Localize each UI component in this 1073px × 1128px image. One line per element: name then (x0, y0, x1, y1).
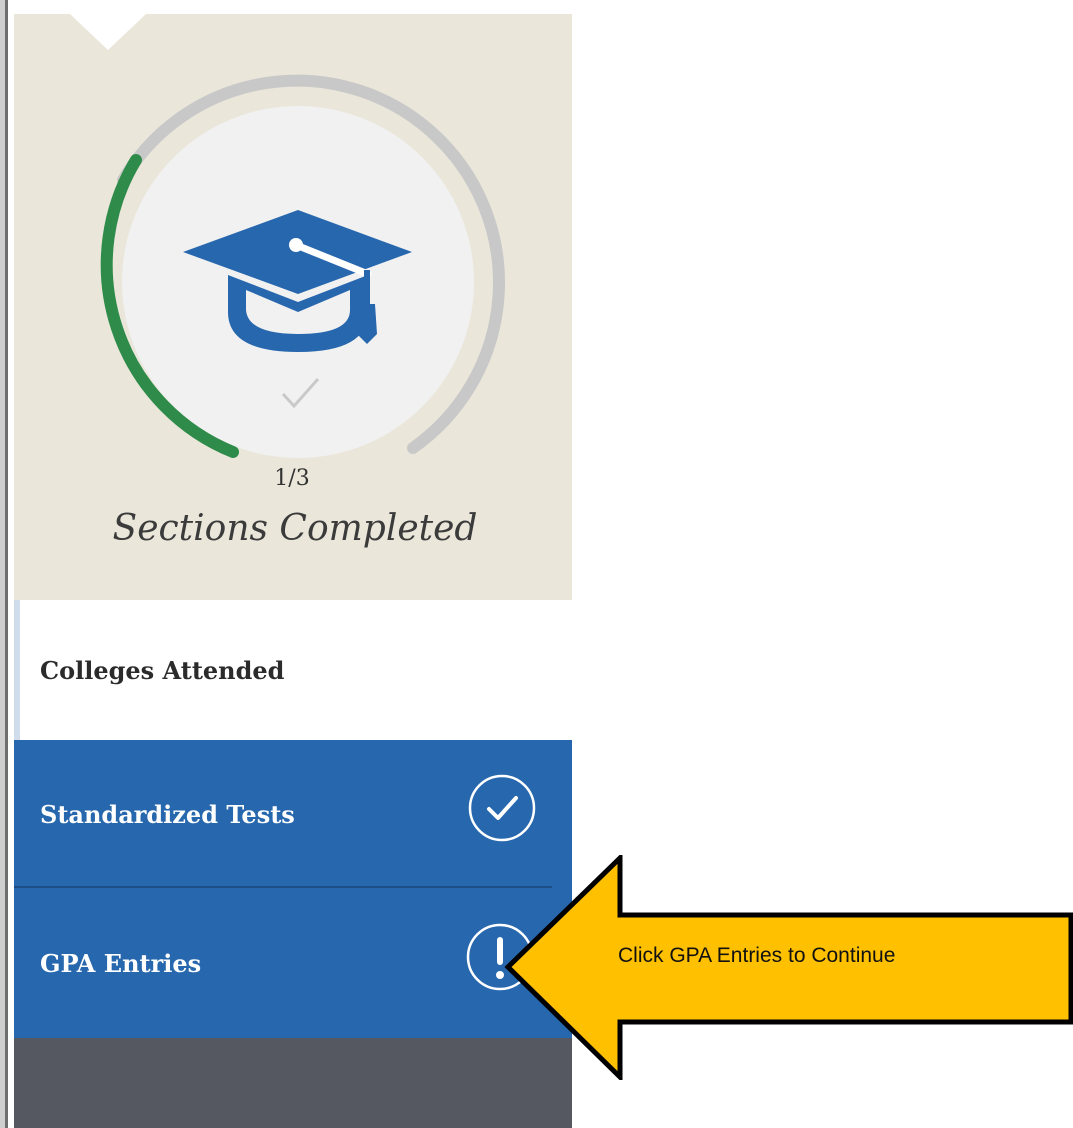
progress-count: 1/3 (274, 466, 310, 491)
sidebar-footer (14, 1038, 572, 1128)
callout-text: Click GPA Entries to Continue (618, 944, 896, 967)
panel-top-strip (14, 0, 572, 14)
nav-item-label: Colleges Attended (40, 655, 285, 685)
nav-item-colleges-attended[interactable]: Colleges Attended (14, 600, 572, 740)
progress-ring (100, 74, 505, 458)
nav-item-label: GPA Entries (40, 948, 202, 978)
panel-notch (70, 14, 146, 50)
window-left-edge (0, 0, 8, 1128)
nav-item-label: Standardized Tests (40, 799, 295, 829)
check-circle-icon (468, 774, 536, 842)
progress-label: Sections Completed (112, 508, 478, 549)
